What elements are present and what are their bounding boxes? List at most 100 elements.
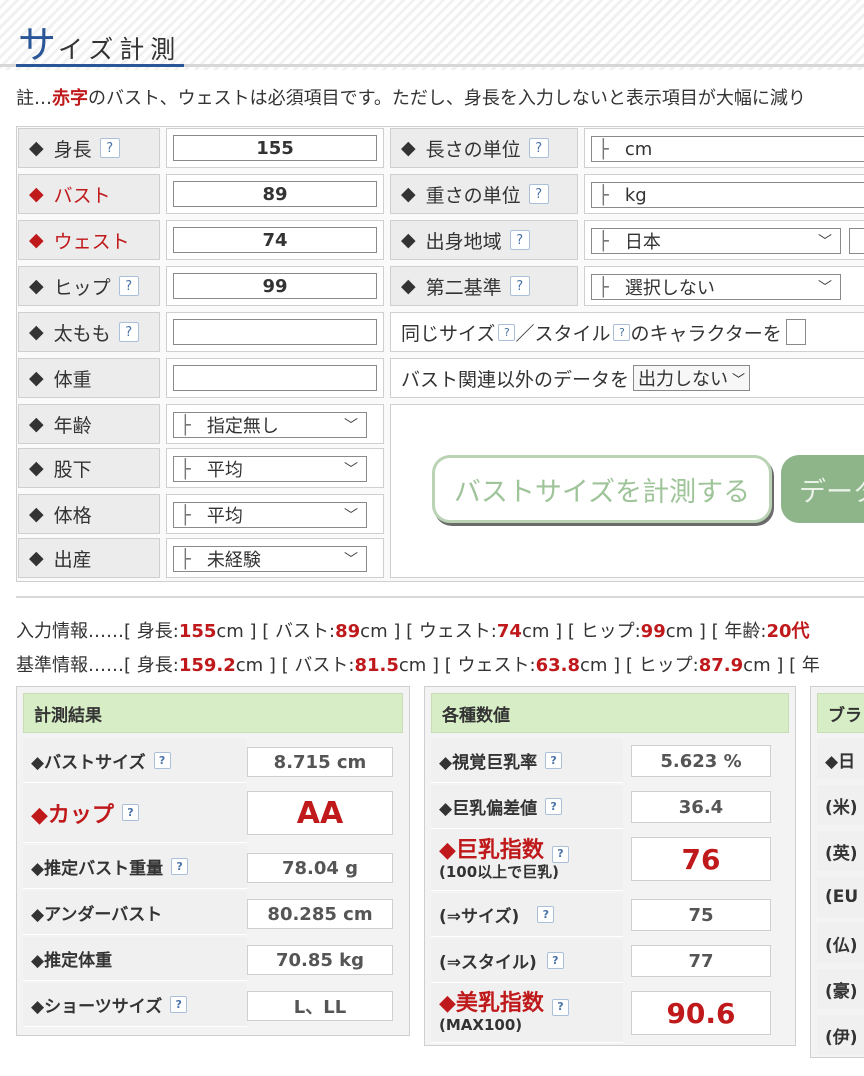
page-title: サイズ計測 xyxy=(18,23,182,67)
help-icon[interactable]: ? xyxy=(509,276,530,296)
result-est-weight-value: 70.85 kg xyxy=(247,945,393,975)
help-icon[interactable]: ? xyxy=(551,846,569,864)
non-bust-output-row: バスト関連以外のデータを 出力しない ﹀ xyxy=(390,358,864,398)
non-bust-output-select[interactable]: 出力しない ﹀ xyxy=(633,365,751,391)
help-icon[interactable]: ? xyxy=(118,276,139,296)
origin-sub-select[interactable] xyxy=(849,228,864,254)
bra-row: (仏) xyxy=(817,923,864,963)
value-style: 77 xyxy=(631,945,771,977)
values-panel: 各種数値 ◆視覚巨乳率? 5.623 % ◆巨乳偏差値? 36.4 ◆巨乳指数?… xyxy=(424,686,796,1046)
title-bar: サイズ計測 xyxy=(0,0,864,70)
bra-row: (米) xyxy=(817,785,864,825)
help-icon[interactable]: ? xyxy=(121,804,139,821)
data-button[interactable]: データ xyxy=(781,455,864,523)
value-big-index: 76 xyxy=(631,837,771,881)
bra-row: (EU xyxy=(817,877,864,917)
help-icon[interactable]: ? xyxy=(118,322,139,342)
birth-select[interactable]: ├ 未経験 ﹀ xyxy=(173,546,367,572)
help-icon[interactable]: ? xyxy=(170,996,188,1013)
chevron-down-icon: ﹀ xyxy=(344,552,358,568)
second-standard-select[interactable]: ├ 選択しない ﹀ xyxy=(591,274,841,300)
help-icon[interactable]: ? xyxy=(537,906,555,923)
bust-input[interactable]: 89 xyxy=(173,181,377,207)
age-select[interactable]: ├ 指定無し ﹀ xyxy=(173,412,367,438)
result-breast-weight-label: ◆推定バスト重量? xyxy=(23,845,247,889)
divider xyxy=(16,596,864,598)
label-age: ◆ 年齢 xyxy=(18,404,160,444)
label-thigh: ◆ 太もも? xyxy=(18,312,160,352)
help-icon[interactable]: ? xyxy=(528,184,549,204)
results-title: 計測結果 xyxy=(23,693,403,733)
result-cup-label: ◆カップ? xyxy=(23,783,247,843)
value-size: 75 xyxy=(631,899,771,931)
help-icon[interactable]: ? xyxy=(528,138,549,158)
result-bust-size-label: ◆バストサイズ? xyxy=(23,739,247,783)
hip-input[interactable]: 99 xyxy=(173,273,377,299)
bra-title: ブラ xyxy=(817,693,864,733)
base-info: 基準情報……[ 身長:159.2cm ] [ バスト:81.5cm ] [ ウェ… xyxy=(16,655,820,676)
label-height: ◆ 身長? xyxy=(18,128,160,168)
result-breast-weight-value: 78.04 g xyxy=(247,853,393,883)
chevron-down-icon: ﹀ xyxy=(818,280,832,296)
label-hip: ◆ ヒップ? xyxy=(18,266,160,306)
result-underbust-label: ◆アンダーバスト xyxy=(23,891,247,935)
result-bust-size-value: 8.715 cm xyxy=(247,747,393,777)
chevron-down-icon: ﹀ xyxy=(344,418,358,434)
help-icon[interactable]: ? xyxy=(498,323,516,341)
length-unit-select[interactable]: ├ cm xyxy=(591,136,864,162)
result-est-weight-label: ◆推定体重 xyxy=(23,937,247,981)
value-size-label: (⇒サイズ)? xyxy=(431,893,623,937)
label-weight-unit: ◆ 重さの単位? xyxy=(390,174,578,214)
label-birth: ◆ 出産 xyxy=(18,538,160,578)
results-panel: 計測結果 ◆バストサイズ? 8.715 cm ◆カップ? AA ◆推定バスト重量… xyxy=(16,686,410,1036)
build-select[interactable]: ├ 平均 ﹀ xyxy=(173,502,367,528)
same-size-row: 同じサイズ? ／スタイル? のキャラクターを xyxy=(390,312,864,352)
label-build: ◆ 体格 xyxy=(18,494,160,534)
help-icon[interactable]: ? xyxy=(99,138,120,158)
bra-row: (伊) xyxy=(817,1015,864,1055)
result-cup-value: AA xyxy=(247,791,393,835)
value-deviation: 36.4 xyxy=(631,791,771,823)
character-select[interactable] xyxy=(785,319,806,345)
chevron-down-icon: ﹀ xyxy=(732,372,746,388)
value-beauty-index: 90.6 xyxy=(631,991,771,1035)
result-shorts-size-value: L、LL xyxy=(247,991,393,1021)
value-deviation-label: ◆巨乳偏差値? xyxy=(431,785,623,829)
help-icon[interactable]: ? xyxy=(545,752,563,769)
value-beauty-index-label: ◆美乳指数? (MAX100) xyxy=(431,983,623,1043)
values-title: 各種数値 xyxy=(431,693,789,733)
help-icon[interactable]: ? xyxy=(153,752,171,769)
value-visual-ratio-label: ◆視覚巨乳率? xyxy=(431,739,623,783)
measure-bust-button[interactable]: バストサイズを計測する xyxy=(432,455,772,523)
label-inseam: ◆ 股下 xyxy=(18,448,160,488)
origin-select[interactable]: ├ 日本 ﹀ xyxy=(591,228,841,254)
chevron-down-icon: ﹀ xyxy=(344,462,358,478)
chevron-down-icon: ﹀ xyxy=(344,508,358,524)
help-icon[interactable]: ? xyxy=(171,858,189,875)
label-weight: ◆ 体重 xyxy=(18,358,160,398)
result-underbust-value: 80.285 cm xyxy=(247,899,393,929)
waist-input[interactable]: 74 xyxy=(173,227,377,253)
thigh-input[interactable] xyxy=(173,319,377,345)
label-origin: ◆ 出身地域? xyxy=(390,220,578,260)
notice-text: 註…赤字のバスト、ウェストは必須項目です。ただし、身長を入力しないと表示項目が大… xyxy=(16,88,806,109)
value-style-label: (⇒スタイル)? xyxy=(431,939,623,983)
title-underline xyxy=(0,64,864,67)
label-bust: ◆ バスト xyxy=(18,174,160,214)
bra-row: (豪) xyxy=(817,969,864,1009)
inseam-select[interactable]: ├ 平均 ﹀ xyxy=(173,456,367,482)
label-second-standard: ◆ 第二基準? xyxy=(390,266,578,306)
help-icon[interactable]: ? xyxy=(509,230,530,250)
input-info: 入力情報……[ 身長:155cm ] [ バスト:89cm ] [ ウェスト:7… xyxy=(16,621,810,642)
weight-input[interactable] xyxy=(173,365,377,391)
help-icon[interactable]: ? xyxy=(545,798,563,815)
weight-unit-select[interactable]: ├ kg xyxy=(591,182,864,208)
label-waist: ◆ ウェスト xyxy=(18,220,160,260)
height-input[interactable]: 155 xyxy=(173,135,377,161)
bra-row: ◆日 xyxy=(817,739,864,779)
help-icon[interactable]: ? xyxy=(551,999,569,1017)
result-shorts-size-label: ◆ショーツサイズ? xyxy=(23,983,247,1027)
help-icon[interactable]: ? xyxy=(613,323,631,341)
chevron-down-icon: ﹀ xyxy=(818,234,832,250)
help-icon[interactable]: ? xyxy=(546,952,564,969)
